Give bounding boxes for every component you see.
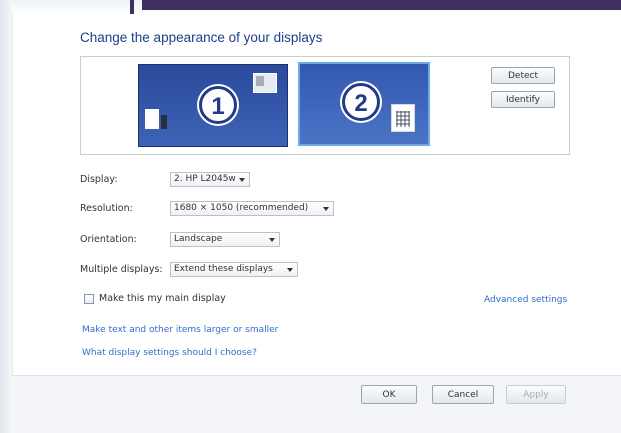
identify-button[interactable]: Identify — [491, 91, 555, 108]
dropdown-arrow-icon — [287, 267, 293, 272]
dropdown-arrow-icon — [269, 237, 275, 242]
main-display-option: Make this my main display — [84, 293, 226, 304]
multiple-displays-row: Multiple displays: Extend these displays — [80, 261, 298, 277]
calculator-keys-icon — [396, 111, 410, 127]
which-settings-link[interactable]: What display settings should I choose? — [82, 348, 257, 358]
orientation-row: Orientation: Landscape — [80, 231, 280, 247]
monitor-number: 1 — [199, 86, 237, 124]
monitor-1[interactable]: 1 — [138, 64, 288, 147]
display-label: Display: — [80, 173, 118, 185]
orientation-dropdown[interactable]: Landscape — [170, 231, 280, 247]
multiple-displays-value: Extend these displays — [174, 263, 273, 274]
calculator-icon — [391, 104, 415, 132]
display-settings-window: Change the appearance of your displays 1… — [0, 0, 621, 433]
cancel-button[interactable]: Cancel — [432, 385, 494, 404]
orientation-label: Orientation: — [80, 233, 137, 245]
apply-button[interactable]: Apply — [506, 385, 566, 404]
dropdown-arrow-icon — [239, 177, 245, 182]
detect-button[interactable]: Detect — [491, 67, 555, 84]
orientation-value: Landscape — [174, 233, 223, 244]
resolution-value: 1680 × 1050 (recommended) — [174, 202, 309, 213]
mini-shadow-icon — [161, 115, 167, 129]
text-size-link[interactable]: Make text and other items larger or smal… — [82, 325, 278, 335]
mini-window-icon — [145, 109, 159, 129]
resolution-dropdown[interactable]: 1680 × 1050 (recommended) — [170, 200, 334, 216]
top-dark-bar — [142, 0, 621, 10]
dropdown-arrow-icon — [323, 206, 329, 211]
left-nav-strip — [0, 0, 13, 433]
monitor-number: 2 — [342, 83, 380, 121]
main-display-checkbox[interactable] — [84, 293, 94, 304]
mini-window-icon — [253, 73, 277, 93]
monitor-2[interactable]: 2 — [298, 62, 430, 146]
resolution-row: Resolution: 1680 × 1050 (recommended) — [80, 200, 334, 216]
display-row: Display: 2. HP L2045w — [80, 171, 250, 187]
display-value: 2. HP L2045w — [174, 173, 236, 184]
resolution-label: Resolution: — [80, 202, 133, 214]
advanced-settings-link[interactable]: Advanced settings — [484, 295, 567, 305]
monitor-preview: 1 2 Detect Identify — [80, 56, 570, 155]
multiple-displays-label: Multiple displays: — [80, 263, 163, 275]
top-separator — [130, 0, 134, 14]
main-display-label: Make this my main display — [99, 293, 226, 304]
top-band — [12, 0, 621, 14]
multiple-displays-dropdown[interactable]: Extend these displays — [170, 261, 298, 277]
ok-button[interactable]: OK — [361, 385, 417, 404]
display-dropdown[interactable]: 2. HP L2045w — [170, 171, 250, 187]
page-title: Change the appearance of your displays — [80, 30, 323, 45]
